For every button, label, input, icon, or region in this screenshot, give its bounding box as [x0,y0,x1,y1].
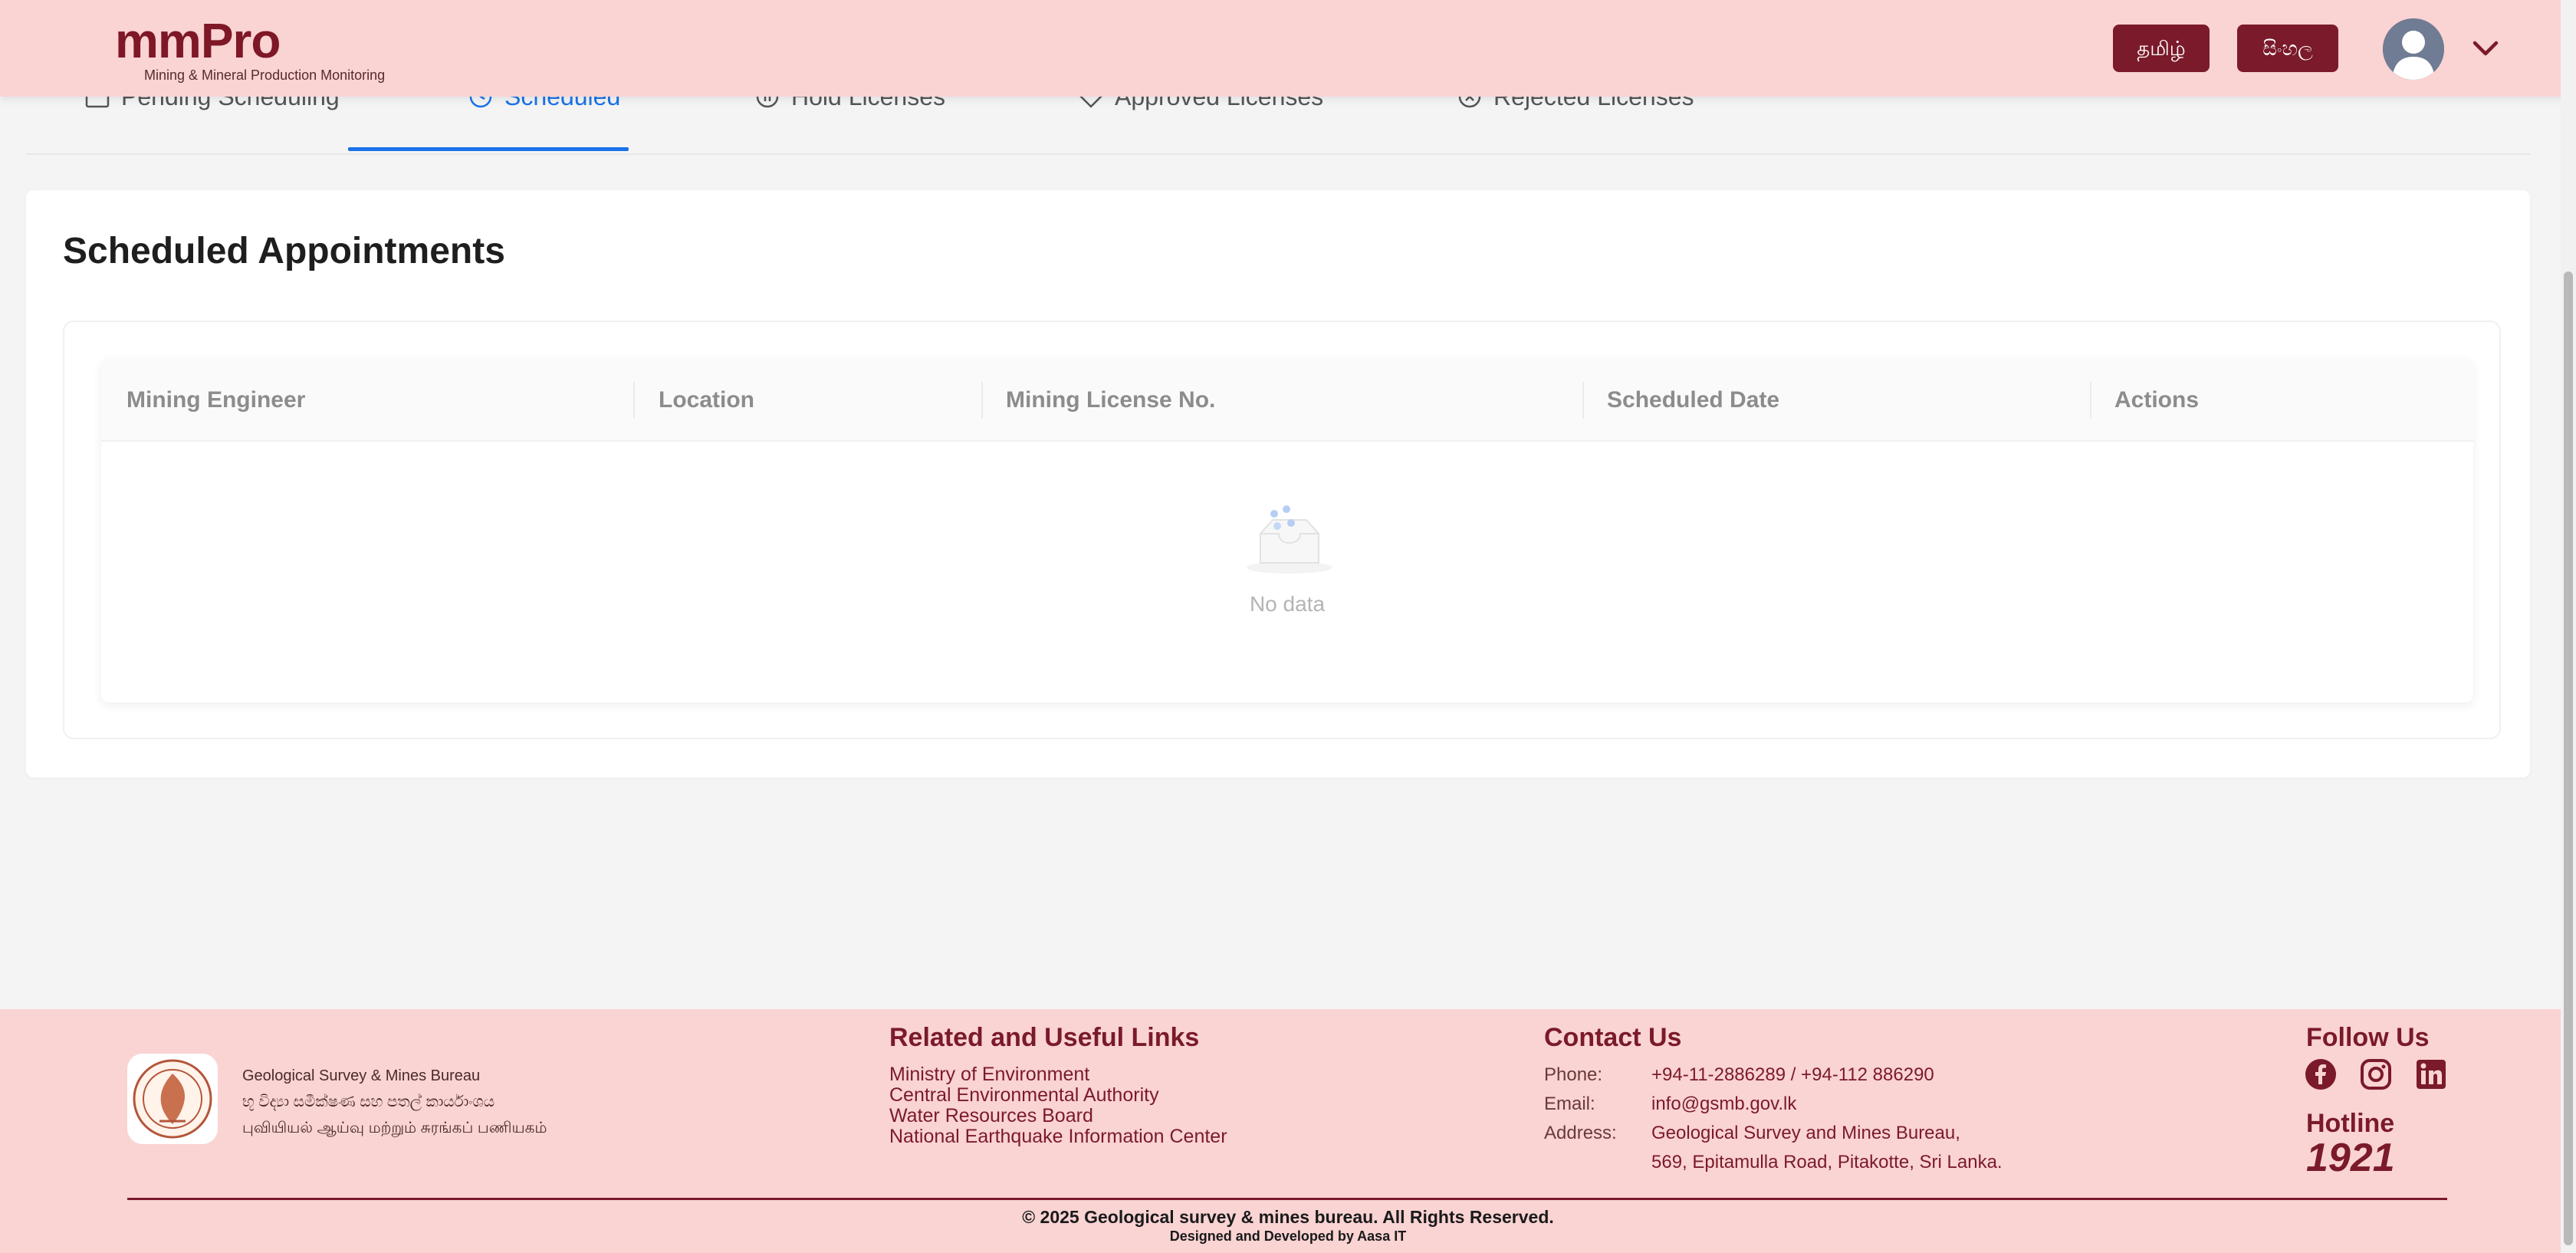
developer-credit: Designed and Developed by Aasa IT [1169,1228,1407,1244]
scheduled-appointments-card: Scheduled Appointments Mining Engineer L… [26,190,2530,778]
footer-divider [127,1198,2447,1200]
link-central-environmental-authority[interactable]: Central Environmental Authority [889,1085,1227,1106]
copyright-text: © 2025 Geological survey & mines bureau.… [1022,1207,1554,1227]
footer: Geological Survey & Mines Bureau භූ විද්… [0,1009,2576,1253]
org-name-tamil: புவியியல் ஆய்வு மற்றும் சுரங்கப் பணியகம் [242,1120,547,1136]
column-header-location[interactable]: Location [659,359,754,442]
links-heading: Related and Useful Links [889,1023,1200,1052]
phone-value: +94-11-2886289 / +94-112 886290 [1651,1064,1934,1085]
column-divider [981,382,983,419]
phone-label: Phone: [1544,1064,1603,1085]
org-name-sinhala: භූ විද්‍යා සමීක්ෂණ සහ පතල් කාර්යාංශය [242,1093,495,1110]
linkedin-icon[interactable] [2415,1058,2447,1090]
page-title: Scheduled Appointments [63,231,505,271]
column-divider [1582,382,1584,419]
column-header-mining-license-no[interactable]: Mining License No. [1006,359,1215,442]
link-national-earthquake-info-center[interactable]: National Earthquake Information Center [889,1126,1227,1147]
user-avatar-icon[interactable] [2383,18,2444,80]
column-header-mining-engineer[interactable]: Mining Engineer [127,359,305,442]
active-tab-indicator [348,147,629,151]
empty-state: No data [101,442,2473,702]
appointments-table: Mining Engineer Location Mining License … [101,359,2473,702]
column-divider [2090,382,2091,419]
scrollbar-thumb[interactable] [2564,271,2573,1245]
table-container: Mining Engineer Location Mining License … [63,321,2501,739]
tamil-language-button[interactable]: தமிழ் [2113,25,2210,72]
email-label: Email: [1544,1093,1595,1114]
table-header: Mining Engineer Location Mining License … [101,359,2473,442]
gsmb-seal-logo [127,1054,218,1144]
hotline-number[interactable]: 1921 [2306,1135,2395,1181]
empty-text: No data [1249,592,1326,616]
sinhala-language-button[interactable]: සිංහල [2237,25,2338,72]
org-name-english: Geological Survey & Mines Bureau [242,1067,481,1084]
address-label: Address: [1544,1123,1617,1143]
chevron-down-icon[interactable] [2470,35,2501,63]
organization-names: Geological Survey & Mines Bureau භූ විද්… [242,1063,547,1141]
instagram-icon[interactable] [2360,1058,2392,1090]
follow-heading: Follow Us [2306,1023,2430,1052]
address-line-2: 569, Epitamulla Road, Pitakotte, Sri Lan… [1651,1152,2003,1172]
column-header-actions[interactable]: Actions [2114,359,2199,442]
vertical-scrollbar[interactable] [2561,0,2576,1253]
column-divider [633,382,635,419]
brand-name: mmPro [115,13,281,68]
column-header-scheduled-date[interactable]: Scheduled Date [1607,359,1779,442]
logo[interactable]: mmPro Mining & Mineral Production Monito… [115,13,385,83]
brand-tagline: Mining & Mineral Production Monitoring [144,67,386,83]
link-ministry-of-environment[interactable]: Ministry of Environment [889,1064,1227,1085]
useful-links-list: Ministry of Environment Central Environm… [889,1064,1227,1147]
facebook-icon[interactable] [2305,1058,2337,1090]
top-header: mmPro Mining & Mineral Production Monito… [0,0,2576,97]
contact-heading: Contact Us [1544,1023,1682,1052]
link-water-resources-board[interactable]: Water Resources Board [889,1106,1227,1126]
address-line-1: Geological Survey and Mines Bureau, [1651,1123,1960,1143]
email-link[interactable]: info@gsmb.gov.lk [1651,1093,1796,1115]
empty-inbox-icon [1244,503,1336,580]
